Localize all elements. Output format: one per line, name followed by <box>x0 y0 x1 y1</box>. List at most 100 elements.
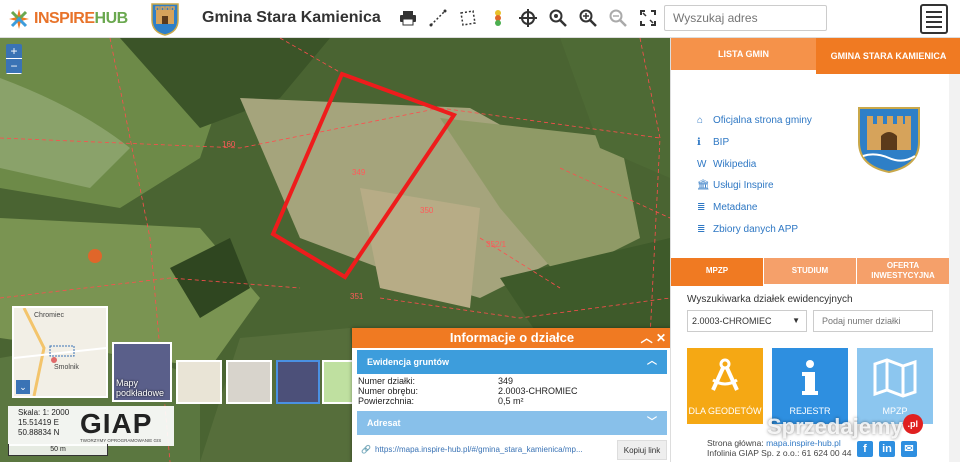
link-metadane[interactable]: ≣ Metadane <box>697 197 812 219</box>
tile-dla-geodetow[interactable]: DLA GEODETÓW <box>687 348 763 424</box>
parcel-info-header: Informacje o działce ︿ ✕ <box>352 328 672 348</box>
color-marker-icon[interactable] <box>488 7 508 29</box>
close-icon[interactable]: ✕ <box>656 331 666 345</box>
scale-coordinates-box: Skala: 1: 2000 15.51419 E 50.88834 N GIA… <box>8 406 174 446</box>
link-label: Zbiory danych APP <box>713 223 799 235</box>
gmina-crest-icon <box>855 106 923 174</box>
parcel-label: 160 <box>222 140 236 149</box>
crosshair-icon[interactable] <box>518 7 538 29</box>
facebook-icon[interactable]: f <box>857 441 873 457</box>
link-label: Metadane <box>713 202 758 214</box>
collapse-icon[interactable]: ︿ <box>641 331 653 345</box>
logo-text-hub: HUB <box>94 10 129 27</box>
link-oficjalna-strona[interactable]: ⌂ Oficjalna strona gminy <box>697 110 812 132</box>
detail-value: 0,5 m² <box>498 396 524 406</box>
address-search-input[interactable] <box>664 5 827 31</box>
basemap-option-topo[interactable] <box>322 360 356 404</box>
link-bip[interactable]: ℹ BIP <box>697 132 812 154</box>
copy-link-button[interactable]: Kopiuj link <box>617 440 667 460</box>
caret-down-icon: ▼ <box>792 316 800 325</box>
top-bar: INSPIREHUB Gmina Stara Kamienica <box>0 0 960 38</box>
link-label: BIP <box>713 137 730 149</box>
watermark-text: Sprzedajemy <box>767 414 903 439</box>
tile-rejestr[interactable]: REJESTR <box>772 348 848 424</box>
giap-logo[interactable]: GIAP <box>80 408 152 440</box>
panel-footer: Strona główna: mapa.inspire-hub.pl Infol… <box>707 438 851 458</box>
minimap-label: Smolnik <box>54 364 79 371</box>
tab-lista-gmin[interactable]: LISTA GMIN <box>671 38 816 70</box>
zoom-search-icon[interactable] <box>578 7 598 29</box>
coordinate-lat: 50.88834 N <box>18 428 60 437</box>
detail-key: Numer obrębu: <box>358 386 419 396</box>
chevron-up-icon: ︿ <box>647 356 657 367</box>
coordinate-lon: 15.51419 E <box>18 418 59 427</box>
panel-scrollbar[interactable] <box>949 74 960 462</box>
fullscreen-icon[interactable] <box>638 7 658 29</box>
measure-line-icon[interactable] <box>428 7 448 29</box>
parcel-number-input[interactable] <box>813 310 933 332</box>
link-icon: 🔗 <box>361 445 371 454</box>
parcel-info-panel: Informacje o działce ︿ ✕ Ewidencja grunt… <box>352 328 672 462</box>
zoom-out-button[interactable]: − <box>6 59 22 74</box>
gmina-title: Gmina Stara Kamienica <box>202 9 381 26</box>
share-link-row: 🔗 https://mapa.inspire-hub.pl/#/gmina_st… <box>357 440 667 460</box>
minimap-collapse-button[interactable]: ⌄ <box>16 380 30 394</box>
footer-label: Strona główna: <box>707 438 764 448</box>
logo-star-icon <box>8 8 30 30</box>
link-wikipedia[interactable]: W Wikipedia <box>697 153 812 175</box>
section-adresat[interactable]: Adresat ﹀ <box>357 411 667 435</box>
scale-bar: 50 m <box>8 444 108 456</box>
zoom-out-icon[interactable] <box>608 7 628 29</box>
giap-tagline: TWORZYMY OPROGRAMOWANIE GIS <box>80 438 162 443</box>
inspirehub-logo[interactable]: INSPIREHUB <box>8 8 128 30</box>
basemap-option-orthophoto[interactable] <box>276 360 320 404</box>
obreb-select-value: 2.0003-CHROMIEC <box>692 316 772 326</box>
print-icon[interactable] <box>398 7 418 29</box>
home-icon: ⌂ <box>697 115 704 127</box>
detail-key: Numer działki: <box>358 376 416 386</box>
tab-studium[interactable]: STUDIUM <box>764 258 856 284</box>
zoom-in-icon[interactable] <box>548 7 568 29</box>
basemap-label: Mapy podkładowe <box>116 378 165 398</box>
gmina-links: ⌂ Oficjalna strona gminy ℹ BIP W Wikipedia … <box>697 110 812 240</box>
logo-text-inspire: INSPIRE <box>34 10 95 27</box>
database-icon: ≣ <box>697 223 706 235</box>
tile-mpzp[interactable]: MPZP <box>857 348 933 424</box>
link-zbiory-danych[interactable]: ≣ Zbiory danych APP <box>697 218 812 240</box>
database-icon: ≣ <box>697 202 706 214</box>
info-icon <box>802 360 818 395</box>
overview-minimap[interactable]: Chromiec Smolnik ⌄ <box>12 306 108 398</box>
link-label: Wikipedia <box>713 158 757 170</box>
email-icon[interactable]: ✉ <box>901 441 917 457</box>
section-ewidencja[interactable]: Ewidencja gruntów ︿ <box>357 350 667 374</box>
detail-value: 349 <box>498 376 514 386</box>
tab-oferta-inwestycyjna[interactable]: OFERTA INWESTYCYJNA <box>857 258 949 284</box>
parcel-label: 351 <box>350 292 364 301</box>
tab-mpzp[interactable]: MPZP <box>671 258 763 286</box>
detail-row: Numer działki: 349 <box>358 376 662 386</box>
basemap-option-streets[interactable] <box>176 360 222 404</box>
measure-area-icon[interactable] <box>458 7 478 29</box>
tile-label: DLA GEODETÓW <box>688 406 762 416</box>
institution-icon: 🏛 <box>697 180 710 192</box>
share-link-url[interactable]: https://mapa.inspire-hub.pl/#/gmina_star… <box>371 440 617 460</box>
parcel-label: 349 <box>352 168 366 177</box>
side-panel: LISTA GMIN GMINA STARA KAMIENICA ⌂ Oficja… <box>670 38 960 462</box>
link-uslugi-inspire[interactable]: 🏛 Usługi Inspire <box>697 175 812 197</box>
chevron-down-icon: ﹀ <box>647 417 657 428</box>
obreb-select[interactable]: 2.0003-CHROMIEC ▼ <box>687 310 807 332</box>
detail-key: Powierzchnia: <box>358 396 415 406</box>
basemap-switcher[interactable]: Mapy podkładowe <box>112 342 172 402</box>
minimap-label: Chromiec <box>34 312 64 319</box>
basemap-option-cadastral[interactable] <box>226 360 272 404</box>
detail-value: 2.0003-CHROMIEC <box>498 386 578 396</box>
parcel-label: 350 <box>420 206 434 215</box>
detail-row: Powierzchnia: 0,5 m² <box>358 396 662 406</box>
parcel-details: Numer działki: 349 Numer obrębu: 2.0003-CH… <box>352 374 672 409</box>
tab-gmina-stara-kamienica[interactable]: GMINA STARA KAMIENICA <box>816 38 960 74</box>
zoom-in-button[interactable]: + <box>6 44 22 59</box>
parcel-info-title: Informacje o działce <box>449 330 575 345</box>
linkedin-icon[interactable]: in <box>879 441 895 457</box>
watermark: Sprzedajemy .pl <box>767 414 923 440</box>
menu-list-icon[interactable] <box>920 4 948 34</box>
